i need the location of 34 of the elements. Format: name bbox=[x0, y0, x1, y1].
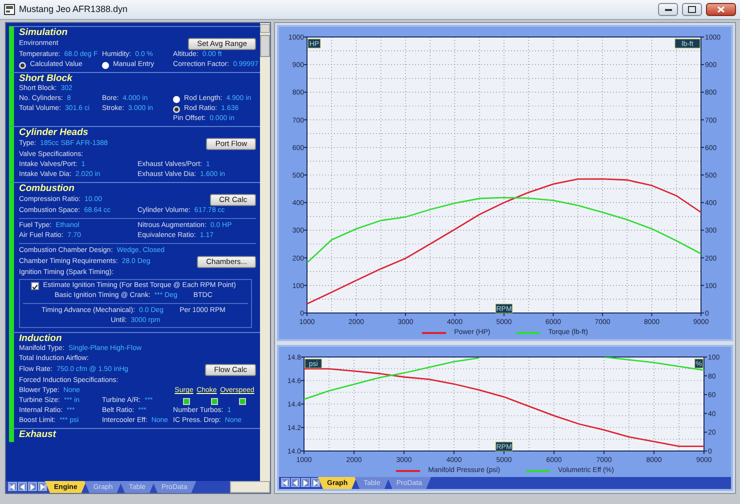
first-button[interactable] bbox=[8, 482, 17, 491]
section-title: Short Block bbox=[19, 73, 74, 84]
checkbox-indicator[interactable] bbox=[31, 282, 40, 290]
close-icon bbox=[717, 6, 725, 13]
minimize-icon bbox=[664, 8, 672, 11]
vertical-scrollbar[interactable] bbox=[260, 23, 270, 481]
arrow-icon bbox=[9, 482, 16, 490]
window-title: Mustang Jeo AFR1388.dyn bbox=[19, 2, 129, 16]
check-icon bbox=[32, 284, 38, 290]
arrow-icon bbox=[39, 482, 46, 490]
close-button[interactable] bbox=[706, 3, 736, 16]
minimize-button[interactable] bbox=[658, 3, 678, 16]
arrow-icon bbox=[282, 478, 289, 486]
arrow-icon bbox=[312, 478, 319, 486]
next-button[interactable] bbox=[301, 478, 310, 487]
last-button[interactable] bbox=[311, 478, 320, 487]
previous-button[interactable] bbox=[291, 478, 300, 487]
radio-indicator[interactable] bbox=[173, 96, 180, 102]
radio-indicator[interactable] bbox=[102, 62, 109, 68]
radio-indicator[interactable] bbox=[19, 62, 26, 68]
previous-button[interactable] bbox=[18, 482, 27, 491]
section-title: Combustion bbox=[19, 183, 76, 194]
section-title: Cylinder Heads bbox=[19, 127, 90, 138]
maximize-button[interactable] bbox=[682, 3, 702, 16]
app-icon bbox=[4, 4, 15, 15]
section-title: Simulation bbox=[19, 27, 69, 38]
section-title: Exhaust bbox=[19, 429, 58, 440]
maximize-icon bbox=[688, 6, 696, 13]
horizontal-scrollbar[interactable] bbox=[230, 481, 270, 493]
section-title: Induction bbox=[19, 333, 63, 344]
last-button[interactable] bbox=[38, 482, 47, 491]
radio-indicator[interactable] bbox=[173, 106, 180, 112]
next-button[interactable] bbox=[28, 482, 37, 491]
first-button[interactable] bbox=[281, 478, 290, 487]
